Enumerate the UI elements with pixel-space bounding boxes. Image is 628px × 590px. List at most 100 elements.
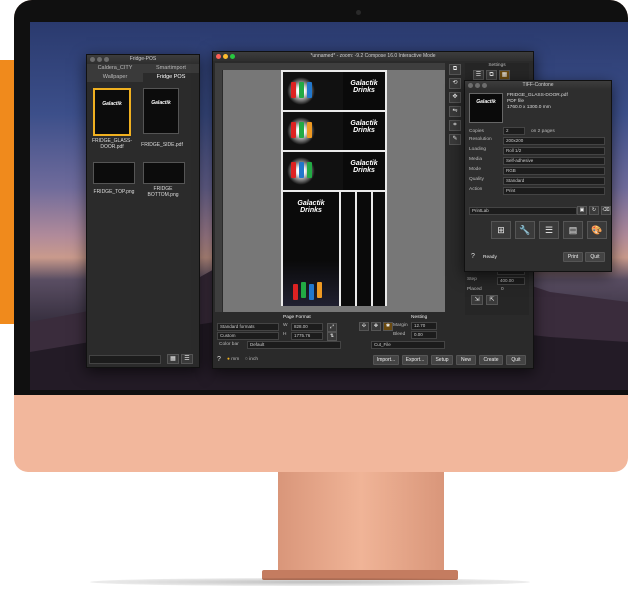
can-orange (317, 282, 322, 298)
nesting-heading: Nesting (411, 315, 428, 320)
layout-canvas[interactable]: Galactik Drinks Galactik Drinks Galactik Dr… (223, 70, 445, 312)
art-tile-door[interactable]: Galactik Drinks (283, 192, 339, 306)
list-view-icon[interactable]: ☰ (181, 354, 193, 364)
mode-label: Mode (469, 167, 481, 172)
color-bar-label: Color bar (219, 342, 239, 347)
art-tile-1-side[interactable]: Galactik Drinks (343, 72, 385, 110)
file-thumb-side[interactable]: Galactik (143, 88, 179, 134)
height-label: H (283, 332, 287, 337)
thumb-logo: Galactik (476, 99, 496, 105)
can-green (299, 82, 304, 98)
add-job-icon[interactable]: ⊞ (491, 221, 511, 239)
custom-select[interactable]: Custom (217, 332, 279, 340)
quit-button[interactable]: Quit (585, 252, 605, 262)
crop-icon[interactable]: ⌗ (449, 120, 461, 131)
unit-inch[interactable]: ○ inch (245, 357, 258, 362)
quality-select[interactable]: Standard (503, 177, 605, 185)
zoom-icon[interactable] (104, 57, 109, 62)
grid-icon[interactable]: ▦ (499, 70, 510, 80)
step-label: Step (467, 277, 477, 282)
import-button[interactable]: Import... (373, 355, 399, 365)
swatch-icon[interactable]: ▤ (563, 221, 583, 239)
art-strip-3[interactable] (373, 192, 385, 306)
nest-star-icon[interactable]: ✱ (383, 322, 393, 331)
zoom-icon[interactable] (230, 54, 235, 59)
brand-logo: Galactik Drinks (350, 160, 378, 174)
pages-icon[interactable]: ⧉ (449, 64, 461, 75)
arrow-in-icon[interactable]: ⇲ (471, 295, 483, 305)
file-thumb-glass-door[interactable]: Galactik (93, 88, 131, 136)
tab-wallpaper[interactable]: Wallpaper (87, 73, 143, 82)
help-icon[interactable]: ? (217, 356, 221, 363)
export-button[interactable]: Export... (402, 355, 428, 365)
art-tile-3-side[interactable]: Galactik Drinks (343, 152, 385, 190)
file-label-bottom: FRIDGE BOTTOM.png (147, 186, 179, 198)
loading-select[interactable]: Roll 1/2 (503, 147, 605, 155)
list-icon[interactable]: ☰ (473, 70, 484, 80)
new-button[interactable]: New (456, 355, 476, 365)
can-blue (299, 162, 304, 178)
zoom-icon[interactable] (482, 83, 487, 88)
quit-button[interactable]: Quit (506, 355, 526, 365)
refresh-icon[interactable]: ↻ (589, 206, 599, 215)
fit-icon[interactable]: ⤢ (327, 323, 337, 332)
minimize-icon[interactable] (475, 83, 480, 88)
minimize-icon[interactable] (97, 57, 102, 62)
close-icon[interactable] (90, 57, 95, 62)
arrow-out-icon[interactable]: ⇱ (486, 295, 498, 305)
art-tile-2-side[interactable]: Galactik Drinks (343, 112, 385, 150)
color-bar-select[interactable]: Default (247, 341, 341, 349)
file-info: FRIDGE_GLASS-DOOR.pdf PDF file 1760.0 x … (507, 93, 568, 111)
close-icon[interactable] (468, 83, 473, 88)
media-select[interactable]: Self-adhesive (503, 157, 605, 165)
bleed-field[interactable]: 0.00 (411, 331, 437, 339)
palette-icon[interactable]: 🎨 (587, 221, 607, 239)
help-icon[interactable]: ? (471, 253, 475, 260)
search-input[interactable] (89, 355, 161, 364)
mode-select[interactable]: RGB (503, 167, 605, 175)
can-red (291, 122, 296, 138)
step-field[interactable]: 400.00 (497, 277, 525, 285)
copies-field[interactable]: 2 (503, 127, 525, 135)
format-select[interactable]: Standard formats (217, 323, 279, 331)
placed-label: Placed (467, 287, 482, 292)
nest-auto-icon[interactable]: ✥ (371, 322, 381, 331)
move-icon[interactable]: ✥ (449, 92, 461, 103)
printlab-select[interactable]: PrintLab (469, 207, 577, 215)
cut-file-select[interactable]: Cut_File (371, 341, 445, 349)
loading-label: Loading (469, 147, 487, 152)
width-label: W (283, 323, 288, 328)
art-strip-2[interactable] (357, 192, 371, 306)
nest-icon[interactable]: ✣ (359, 322, 369, 331)
compose-titlebar: *unnamed* - zoom: -9.2 Compose 16.0 Inte… (213, 52, 533, 61)
print-button[interactable]: Print (563, 252, 583, 262)
file-thumb-bottom[interactable] (143, 162, 185, 184)
thumb-logo: Galactik (102, 101, 122, 107)
preview-thumbnail: Galactik (469, 93, 503, 123)
tab-smartimport[interactable]: Smartimport (143, 64, 199, 73)
art-strip-1[interactable] (341, 192, 355, 306)
nest-margin-field[interactable]: 12.70 (411, 322, 437, 330)
save-icon[interactable]: ▣ (577, 206, 587, 215)
resolution-label: Resolution (469, 137, 492, 142)
create-button[interactable]: Create (479, 355, 503, 365)
wrench-icon[interactable]: 🔧 (515, 221, 535, 239)
action-select[interactable]: Print (503, 187, 605, 195)
height-field[interactable]: 1775.76 (291, 332, 323, 340)
minimize-icon[interactable] (223, 54, 228, 59)
clear-icon[interactable]: ⌫ (601, 206, 611, 215)
tab-fridge-pos[interactable]: Fridge POS (143, 73, 199, 82)
rotate-icon[interactable]: ⟲ (449, 78, 461, 89)
tool-icon[interactable]: ✎ (449, 134, 461, 145)
grid-view-icon[interactable]: ▦ (167, 354, 179, 364)
resolution-select[interactable]: 200x200 (503, 137, 605, 145)
setup-button[interactable]: Setup (431, 355, 453, 365)
mirror-icon[interactable]: ⇋ (449, 106, 461, 117)
file-thumb-top[interactable] (93, 162, 135, 184)
unit-mm[interactable]: ● mm (227, 357, 239, 362)
queue-icon[interactable]: ☰ (539, 221, 559, 239)
width-field[interactable]: 828.00 (291, 323, 323, 331)
copy-icon[interactable]: ⧉ (486, 70, 497, 80)
close-icon[interactable] (216, 54, 221, 59)
swap-icon[interactable]: ⇅ (327, 332, 337, 341)
